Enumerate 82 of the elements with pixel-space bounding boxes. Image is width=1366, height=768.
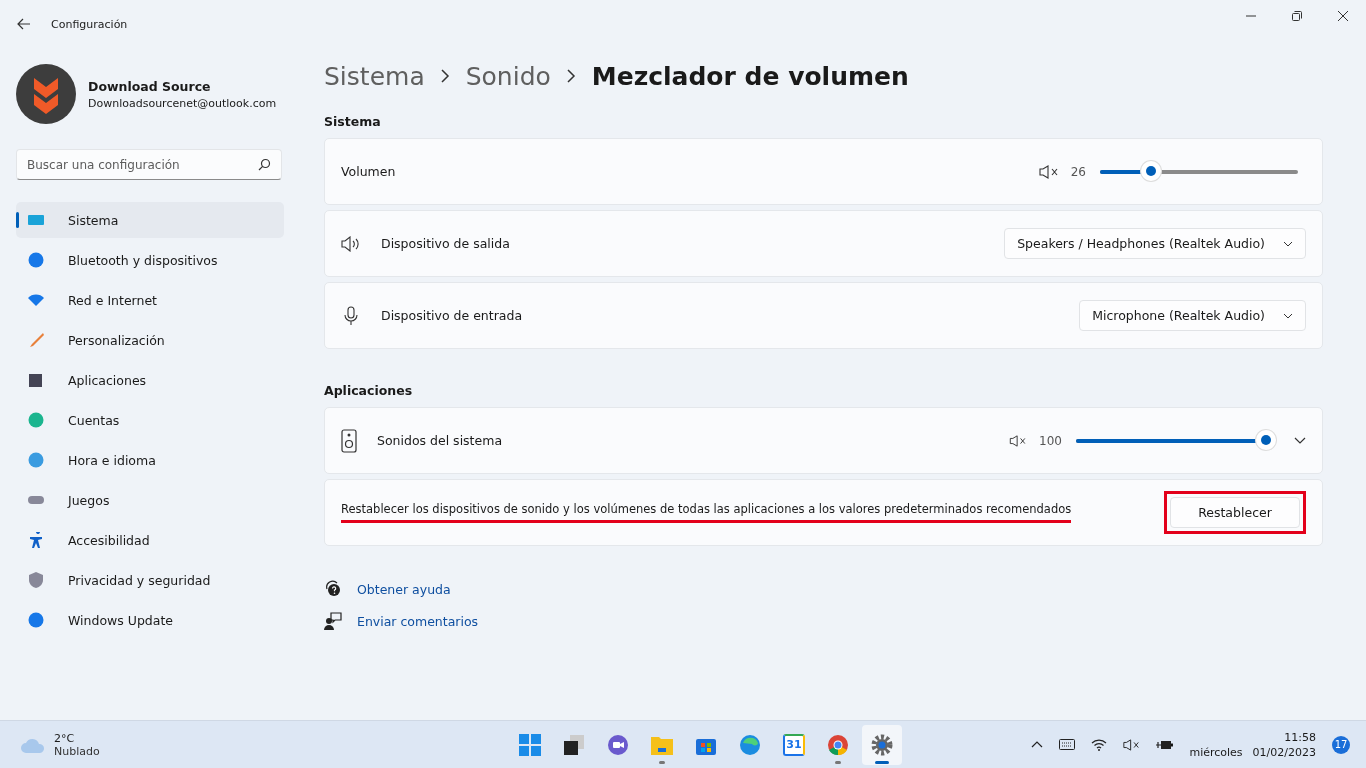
muted-speaker-icon[interactable] [1038, 164, 1059, 179]
device-dropdown[interactable]: Speakers / Headphones (Realtek Audio) [1004, 228, 1306, 259]
chevron-right-icon [566, 69, 576, 83]
windows-logo-icon [519, 733, 541, 756]
setting-label: Volumen [341, 164, 396, 179]
help-link[interactable]: Obtener ayuda [357, 581, 451, 597]
chevron-right-icon [440, 69, 450, 83]
avatar-logo-icon [16, 64, 76, 124]
device-dropdown[interactable]: Microphone (Realtek Audio) [1079, 300, 1306, 331]
section-heading: Sistema [324, 114, 382, 129]
breadcrumb-link[interactable]: Sonido [465, 61, 551, 91]
notification-badge[interactable]: 17 [1332, 735, 1350, 754]
gear-icon [871, 733, 893, 756]
sidebar-item[interactable]: Aplicaciones [16, 362, 284, 398]
clock-date[interactable]: 01/02/2023 [1252, 745, 1316, 759]
temperature: 2°C [54, 731, 76, 745]
profile-name: Download Source [88, 78, 212, 94]
sidebar-item[interactable]: Bluetooth y dispositivos [16, 242, 284, 278]
task-view-icon [563, 733, 585, 756]
reset-button[interactable]: Restablecer [1170, 497, 1300, 528]
clock-time[interactable]: 11:58 [1284, 730, 1316, 744]
wifi-icon[interactable] [1091, 738, 1108, 751]
sidebar-item[interactable]: Red e Internet [16, 282, 284, 318]
search-input[interactable]: Buscar una configuración [27, 150, 258, 179]
battery-charging-icon[interactable] [1156, 738, 1174, 751]
section-heading: Aplicaciones [324, 383, 414, 398]
taskbar-app[interactable]: 31 [774, 724, 814, 765]
chevron-up-icon[interactable] [1031, 741, 1044, 748]
help-link[interactable]: Enviar comentarios [357, 613, 479, 629]
muted-speaker-icon[interactable] [1009, 434, 1028, 447]
restore-icon[interactable] [1292, 11, 1302, 21]
chevron-down-icon [1283, 312, 1293, 319]
browser-icon [739, 733, 761, 756]
category-icon [28, 292, 44, 308]
category-icon [28, 572, 44, 588]
browser-icon [827, 733, 849, 756]
volume-reading: 26 [1070, 164, 1086, 179]
feedback-icon [324, 612, 342, 630]
slider-thumb[interactable] [1141, 160, 1162, 181]
sidebar-item[interactable]: Sistema [16, 202, 284, 238]
breadcrumb-link[interactable]: Sistema [324, 61, 425, 91]
volume-reading: 100 [1039, 433, 1062, 448]
help-icon [324, 580, 342, 598]
category-icon [28, 452, 44, 468]
category-icon [28, 612, 44, 628]
category-icon [28, 412, 44, 428]
sidebar-item[interactable]: Windows Update [16, 602, 284, 638]
taskbar-app[interactable] [862, 724, 902, 765]
category-icon [28, 212, 44, 228]
close-icon[interactable] [1338, 11, 1348, 21]
weekday[interactable]: miércoles [1189, 745, 1243, 759]
keyboard-icon[interactable] [1059, 739, 1076, 750]
sidebar-item[interactable]: Juegos [16, 482, 284, 518]
sidebar-item[interactable]: Personalización [16, 322, 284, 358]
back-arrow-icon[interactable] [17, 18, 31, 30]
muted-speaker-icon[interactable] [1123, 738, 1141, 751]
window-title: Configuración [51, 17, 128, 31]
calendar-day: 31 [786, 738, 802, 751]
sidebar-item[interactable]: Cuentas [16, 402, 284, 438]
chat-icon [607, 733, 629, 756]
category-icon [28, 332, 44, 348]
app-label: Sonidos del sistema [377, 433, 503, 448]
setting-label: Dispositivo de entrada [381, 308, 523, 323]
weather-condition: Nublado [54, 744, 100, 758]
search-icon [258, 158, 271, 171]
page-title: Mezclador de volumen [591, 61, 909, 91]
category-icon [28, 252, 44, 268]
setting-label: Dispositivo de salida [381, 236, 510, 251]
chevron-down-icon[interactable] [1294, 437, 1306, 444]
microphone-icon [341, 305, 361, 326]
chevron-down-icon [1283, 240, 1293, 247]
speaker-icon [341, 235, 361, 252]
sidebar-item[interactable]: Privacidad y seguridad [16, 562, 284, 598]
sidebar-item[interactable]: Hora e idioma [16, 442, 284, 478]
search-field[interactable]: Buscar una configuración [16, 149, 282, 180]
profile-email: Downloadsourcenet@outlook.com [88, 96, 277, 110]
reset-description: Restablecer los dispositivos de sonido y los volúmenes de todas las aplicaciones a los valores predeterminados recomendados [341, 502, 1072, 523]
sidebar-item[interactable]: Accesibilidad [16, 522, 284, 558]
slider-thumb[interactable] [1256, 429, 1276, 450]
category-icon [28, 532, 44, 548]
category-icon [28, 372, 44, 388]
speaker-box-icon [341, 428, 357, 453]
